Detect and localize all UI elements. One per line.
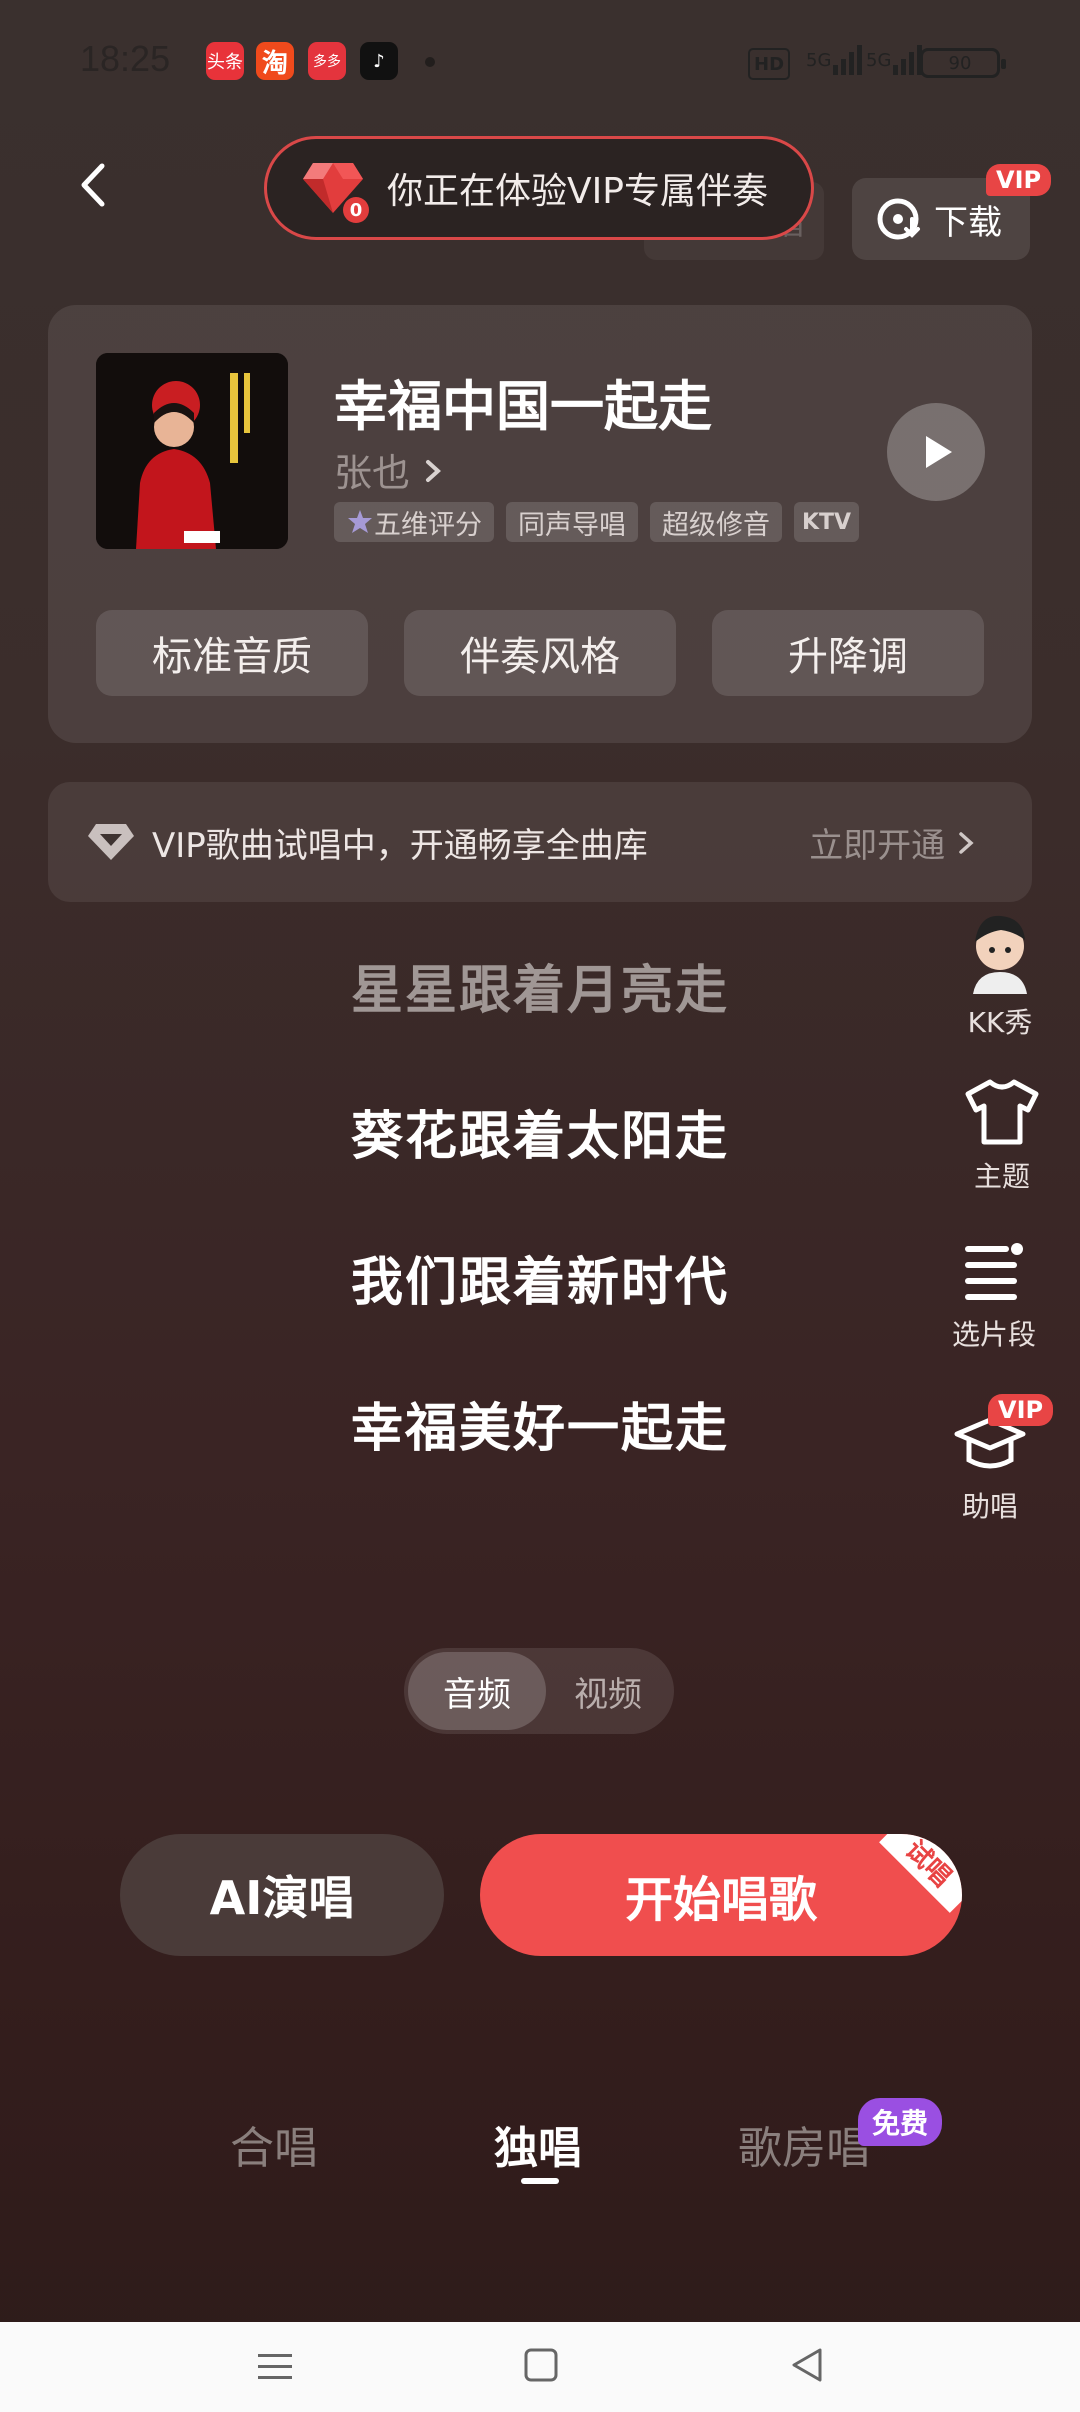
gem-count-badge: 0 [343,197,369,223]
tag-ktv[interactable]: KTV [794,502,860,542]
ai-sing-button[interactable]: AI演唱 [120,1834,444,1956]
diamond-icon: 0 [301,159,369,223]
menu-icon[interactable] [254,2346,296,2388]
video-tab[interactable]: 视频 [546,1652,670,1730]
preview-play-button[interactable] [887,403,985,501]
vip-open-link[interactable]: 立即开通 [809,818,976,867]
vip-banner[interactable]: VIP歌曲试唱中，开通畅享全曲库 立即开通 [48,782,1032,902]
vip-trial-notice: 0 你正在体验VIP专属伴奏 [264,136,814,240]
back-button[interactable] [70,160,120,210]
diamond-outline-icon [88,824,134,860]
trial-badge: 试唱 [879,1834,962,1913]
singer-name: 张也 [334,451,411,495]
start-sing-button[interactable]: 开始唱歌 试唱 [480,1834,962,1956]
signal-5g-icon: 5G [806,40,865,80]
hd-icon: HD [748,48,791,80]
play-icon [926,436,952,468]
network-label-1: 5G [806,49,832,71]
star-rating-icon [348,510,372,533]
toutiao-app-icon: 头条 [206,42,244,80]
battery-icon: 90 [920,48,1006,78]
tag-rating[interactable]: 五维评分 [334,502,494,542]
accompaniment-style-button[interactable]: 伴奏风格 [404,610,676,696]
singer-link[interactable]: 张也 [334,442,444,497]
chevron-right-icon [426,460,442,482]
start-sing-label: 开始唱歌 [624,1872,817,1928]
kk-show-button[interactable]: KK秀 [930,912,1070,1041]
notification-dot [425,57,435,67]
system-nav-bar [0,2322,1080,2412]
vip-banner-text: VIP歌曲试唱中，开通畅享全曲库 [152,825,648,866]
lyric-line: 星星跟着月亮走 [350,961,729,1021]
status-bar: 18:25 头条 淘 多多 ♪ HD 5G 5G 90 [0,0,1080,120]
taobao-app-icon: 淘 [256,42,294,80]
tag-guide-vocal[interactable]: 同声导唱 [506,502,638,542]
network-label-2: 5G [866,49,892,71]
theme-label: 主题 [973,1160,1030,1193]
select-segment-label: 选片段 [951,1318,1036,1351]
vip-notice-text: 你正在体验VIP专属伴奏 [387,171,768,212]
pinduoduo-app-icon: 多多 [308,42,346,80]
back-nav-icon[interactable] [786,2344,828,2386]
tag-rating-label: 五维评分 [374,509,482,541]
tag-super-tune[interactable]: 超级修音 [650,502,782,542]
tab-chorus[interactable]: 合唱 [230,2112,318,2176]
vip-open-label: 立即开通 [809,825,946,866]
active-tab-indicator [521,2178,559,2184]
download-disc-icon [877,198,920,240]
tiktok-app-icon: ♪ [360,42,398,80]
home-icon[interactable] [520,2344,562,2386]
chevron-right-icon [959,831,974,854]
lyric-line: 幸福美好一起走 [350,1399,729,1459]
album-art-image [96,353,288,549]
quality-option-button[interactable]: 标准音质 [96,610,368,696]
assist-sing-button[interactable]: 助唱 [920,1412,1060,1525]
assist-sing-label: 助唱 [961,1490,1018,1523]
select-segment-button[interactable]: 选片段 [924,1240,1064,1353]
free-badge: 免费 [858,2098,943,2146]
signal-5g-icon-2: 5G [866,40,925,80]
assist-vip-badge: VIP [988,1394,1054,1426]
song-tags: 五维评分 同声导唱 超级修音 KTV [334,502,860,542]
lyric-line: 我们跟着新时代 [350,1253,729,1313]
album-cover[interactable] [96,353,288,549]
tab-solo[interactable]: 独唱 [494,2112,582,2176]
kk-show-label: KK秀 [967,1006,1033,1039]
song-title: 幸福中国一起走 [334,375,712,438]
lyric-line: 葵花跟着太阳走 [350,1107,729,1167]
download-label: 下载 [934,202,1002,243]
pitch-shift-button[interactable]: 升降调 [712,610,984,696]
theme-button[interactable]: 主题 [932,1078,1072,1195]
tab-room[interactable]: 歌房唱 [738,2112,870,2176]
download-vip-badge: VIP [986,164,1052,196]
audio-tab[interactable]: 音频 [408,1652,546,1730]
chevron-left-icon [81,163,105,207]
status-time: 18:25 [80,38,171,79]
signal-bars-icon [833,45,863,75]
avatar-icon [973,915,1027,994]
segment-icon [965,1243,1023,1300]
tshirt-icon [965,1079,1039,1145]
